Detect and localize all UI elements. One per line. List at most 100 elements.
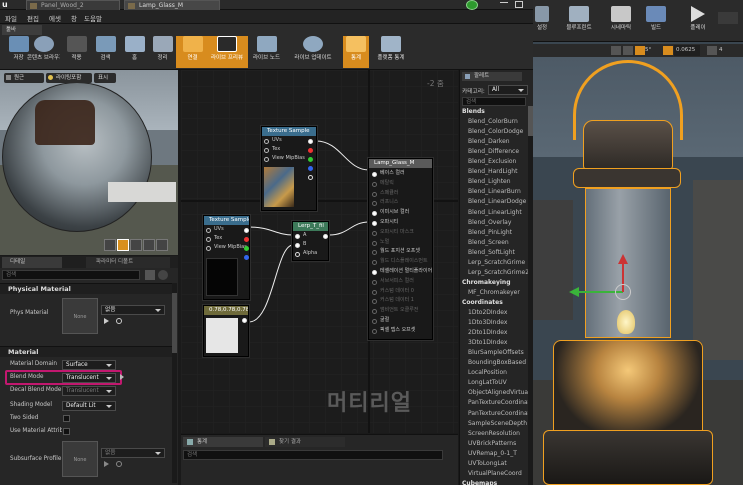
tab-parameter-defaults[interactable]: 파라미터 디폴트 bbox=[86, 257, 170, 268]
connectors-button[interactable]: 연결 bbox=[176, 36, 209, 68]
phys-material-combo[interactable]: 없음 bbox=[101, 305, 165, 315]
pin-icon[interactable] bbox=[244, 237, 249, 242]
details-search-input[interactable]: 검색 bbox=[2, 270, 140, 280]
palette-item[interactable]: UVRemap_0-1_T bbox=[468, 450, 517, 457]
cube-icon[interactable] bbox=[143, 239, 155, 251]
platform-stats-button[interactable]: 플랫폼 통계 bbox=[372, 36, 410, 68]
lighting-button[interactable]: 라이팅포함 bbox=[46, 73, 92, 83]
palette-item[interactable]: Blend_ColorDodge bbox=[468, 128, 523, 135]
reset-arrow-icon[interactable] bbox=[120, 374, 126, 380]
tab-details[interactable]: 디테일 bbox=[2, 257, 62, 268]
menu-window[interactable]: 창 bbox=[71, 13, 77, 23]
tab-find-results[interactable]: 찾기 결과 bbox=[265, 437, 345, 447]
show-button[interactable]: 표시 bbox=[94, 73, 116, 83]
pin-icon[interactable] bbox=[244, 246, 249, 251]
move-icon[interactable] bbox=[611, 46, 621, 55]
lantern-rim[interactable] bbox=[573, 168, 681, 188]
preview-viewport[interactable]: 원근 라이팅포함 표시 bbox=[0, 70, 178, 255]
angle-snap-icon[interactable] bbox=[635, 46, 645, 55]
palette-item[interactable]: Blend_LinearLight bbox=[468, 209, 522, 216]
lantern-bottom[interactable] bbox=[543, 430, 713, 485]
settings-button[interactable]: 설정 bbox=[533, 6, 551, 38]
pin-icon[interactable] bbox=[295, 252, 300, 257]
cleanup-button[interactable]: 정리 bbox=[146, 36, 179, 68]
perspective-button[interactable]: 원근 bbox=[4, 73, 44, 83]
play-options-icon[interactable] bbox=[718, 12, 738, 24]
pin-icon[interactable] bbox=[323, 234, 328, 239]
pin-icon[interactable] bbox=[308, 148, 313, 153]
palette-item[interactable]: 2Dto1DIndex bbox=[468, 329, 507, 336]
palette-item[interactable]: Blend_Screen bbox=[468, 239, 509, 246]
use-selected-icon[interactable] bbox=[104, 318, 110, 324]
material-graph[interactable]: -2 줌 머티리얼 Texture Sample UVs Tex View Mi… bbox=[181, 70, 458, 433]
palette-item[interactable]: 1Dto3DIndex bbox=[468, 319, 507, 326]
palette-search-input[interactable]: 검색 bbox=[462, 97, 526, 106]
grid-view-icon[interactable] bbox=[145, 270, 155, 280]
node-result[interactable]: Lamp_Glass_M 베이스 컬러 메탈릭 스페큘러 러프니스 이미시브 컬러 오파시… bbox=[368, 158, 433, 340]
palette-item[interactable]: 3Dto1DIndex bbox=[468, 339, 507, 346]
pin-icon[interactable] bbox=[308, 157, 313, 162]
section-material[interactable]: Material bbox=[0, 346, 172, 357]
lantern-base[interactable] bbox=[553, 340, 703, 440]
pin-icon[interactable] bbox=[372, 279, 377, 285]
menu-asset[interactable]: 에셋 bbox=[49, 13, 61, 23]
pin-icon[interactable] bbox=[372, 221, 377, 226]
pin-icon[interactable] bbox=[372, 201, 377, 207]
pin-icon[interactable] bbox=[372, 309, 377, 315]
pin-icon[interactable] bbox=[206, 246, 211, 251]
palette-item[interactable]: Blend_Lighten bbox=[468, 178, 511, 185]
gizmo-y-arrow-icon[interactable] bbox=[569, 287, 579, 297]
node-constant[interactable]: 0.78,0.78,0.78... bbox=[203, 305, 249, 357]
material-domain-combo[interactable]: Surface bbox=[62, 360, 116, 370]
play-button[interactable]: 플레이 bbox=[683, 6, 713, 38]
palette-item[interactable]: Blend_SoftLight bbox=[468, 249, 515, 256]
palette-item[interactable]: MF_Chromakeyer bbox=[468, 289, 520, 296]
pin-icon[interactable] bbox=[308, 139, 313, 144]
menu-help[interactable]: 도움말 bbox=[84, 13, 102, 23]
palette-item[interactable]: Blend_Difference bbox=[468, 148, 519, 155]
live-update-button[interactable]: 라이브 업데이트 bbox=[288, 36, 338, 68]
live-preview-button[interactable]: 라이브 프리뷰 bbox=[206, 36, 248, 68]
browse-icon[interactable] bbox=[116, 461, 122, 467]
palette-item[interactable]: VirtualPlaneCoord bbox=[468, 470, 522, 477]
pin-icon[interactable] bbox=[372, 250, 377, 256]
palette-item[interactable]: ScreenResolution bbox=[468, 430, 520, 437]
palette-category[interactable]: Blends bbox=[462, 108, 485, 115]
pin-icon[interactable] bbox=[372, 240, 377, 246]
pin-icon[interactable] bbox=[308, 175, 313, 180]
teapot-icon[interactable] bbox=[156, 239, 168, 251]
lantern-top[interactable] bbox=[583, 120, 673, 170]
rotate-icon[interactable] bbox=[623, 46, 633, 55]
scale-snap-value[interactable]: 0.0625 bbox=[674, 45, 700, 56]
maximize-icon[interactable] bbox=[515, 1, 523, 8]
pin-icon[interactable] bbox=[295, 243, 300, 248]
pin-icon[interactable] bbox=[372, 289, 377, 295]
pin-icon[interactable] bbox=[372, 181, 377, 187]
angle-snap-value[interactable]: 5° bbox=[645, 46, 659, 55]
category-combo[interactable]: All bbox=[488, 85, 528, 95]
details-scrollbar[interactable] bbox=[172, 283, 177, 483]
pin-icon[interactable] bbox=[372, 319, 377, 324]
pin-icon[interactable] bbox=[242, 318, 247, 323]
palette-category[interactable]: Cubemaps bbox=[462, 480, 497, 485]
camera-speed-value[interactable]: 4 bbox=[719, 46, 727, 55]
pin-icon[interactable] bbox=[264, 157, 269, 162]
palette-item[interactable]: Lerp_ScratchGrime bbox=[468, 259, 525, 266]
cylinder-icon[interactable] bbox=[104, 239, 116, 251]
gizmo-z-arrow-icon[interactable] bbox=[618, 254, 628, 264]
pin-icon[interactable] bbox=[372, 328, 377, 334]
pin-icon[interactable] bbox=[372, 230, 377, 236]
decal-blend-combo[interactable]: Translucent bbox=[62, 386, 116, 396]
palette-item[interactable]: UVBrickPatterns bbox=[468, 440, 516, 447]
source-control-icon[interactable] bbox=[466, 0, 478, 10]
node-texture-sample-1[interactable]: Texture Sample UVs Tex View MipBias bbox=[261, 126, 317, 211]
pin-icon[interactable] bbox=[264, 139, 269, 144]
palette-item[interactable]: Blend_LinearDodge bbox=[468, 198, 526, 205]
tab-lamp-glass[interactable]: Lamp_Glass_M bbox=[124, 0, 220, 10]
pin-icon[interactable] bbox=[372, 260, 377, 266]
palette-item[interactable]: BoundingBoxBased bbox=[468, 359, 526, 366]
pin-icon[interactable] bbox=[372, 172, 377, 177]
palette-item[interactable]: LongLatToUV bbox=[468, 379, 507, 386]
palette-item[interactable]: 1Dto2DIndex bbox=[468, 309, 507, 316]
subsurface-thumbnail[interactable]: None bbox=[62, 441, 98, 477]
